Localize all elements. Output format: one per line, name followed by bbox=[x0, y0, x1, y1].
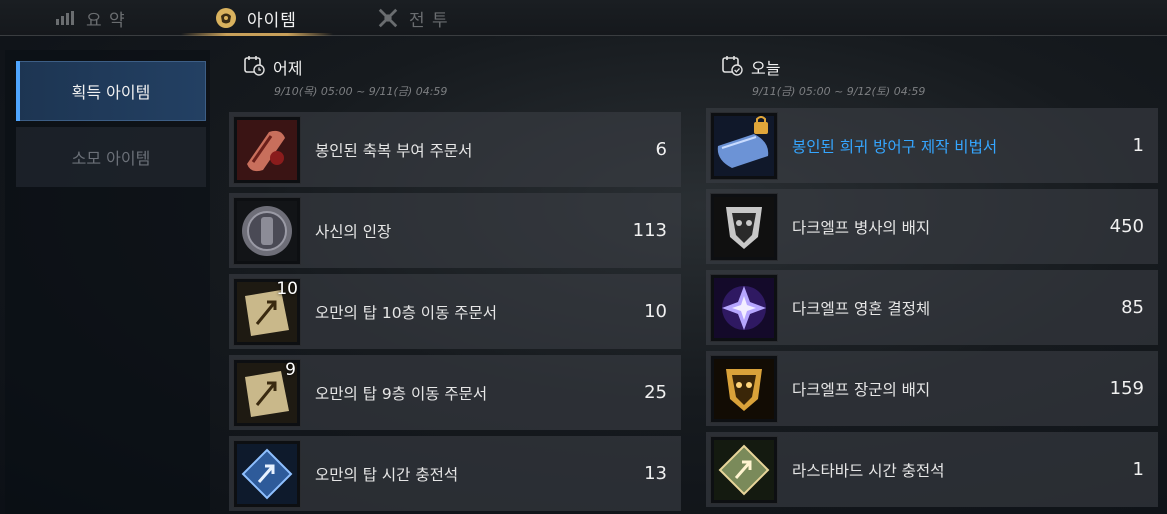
item-name: 사신의 인장 bbox=[315, 222, 392, 241]
item-count: 1 bbox=[1132, 459, 1144, 480]
item-count: 10 bbox=[644, 301, 667, 322]
item-name: 다크엘프 병사의 배지 bbox=[792, 218, 931, 237]
calendar-clock-icon bbox=[243, 54, 265, 80]
today-header: 오늘 9/11(금) 05:00 ~ 9/12(토) 04:59 bbox=[721, 54, 925, 99]
calendar-check-icon bbox=[721, 54, 743, 80]
item-name: 다크엘프 영혼 결정체 bbox=[792, 299, 931, 318]
list-item[interactable]: 라스타바드 시간 충전석 1 bbox=[706, 432, 1158, 507]
item-count: 1 bbox=[1132, 135, 1144, 156]
item-count: 13 bbox=[644, 463, 667, 484]
list-item[interactable]: 10 오만의 탑 10층 이동 주문서 10 bbox=[229, 274, 681, 349]
locked-recipe-icon bbox=[710, 111, 778, 180]
sidebar: 획득 아이템 소모 아이템 bbox=[5, 50, 210, 514]
tab-items-label: 아이템 bbox=[247, 10, 297, 31]
item-count: 25 bbox=[644, 382, 667, 403]
yesterday-header: 어제 9/10(목) 05:00 ~ 9/11(금) 04:59 bbox=[243, 54, 447, 99]
sidebar-item-acquired[interactable]: 획득 아이템 bbox=[16, 61, 206, 121]
chart-bars-icon bbox=[54, 7, 76, 29]
section-title: 오늘 bbox=[751, 59, 781, 78]
floor-badge: 9 bbox=[285, 359, 296, 380]
sidebar-item-label: 획득 아이템 bbox=[71, 83, 151, 102]
list-item[interactable]: 다크엘프 병사의 배지 450 bbox=[706, 189, 1158, 264]
tab-combat[interactable]: 전 투 bbox=[377, 0, 449, 36]
time-charge-stone-icon bbox=[233, 439, 301, 508]
floor-badge: 10 bbox=[276, 278, 298, 299]
item-count: 85 bbox=[1121, 297, 1144, 318]
sidebar-item-label: 소모 아이템 bbox=[71, 149, 151, 168]
reaper-seal-icon bbox=[233, 196, 301, 265]
date-range: 9/11(금) 05:00 ~ 9/12(토) 04:59 bbox=[752, 85, 926, 98]
list-item[interactable]: 사신의 인장 113 bbox=[229, 193, 681, 268]
list-item[interactable]: 다크엘프 영혼 결정체 85 bbox=[706, 270, 1158, 345]
tab-summary-label: 요 약 bbox=[86, 10, 126, 31]
active-tab-indicator bbox=[181, 33, 333, 36]
item-name: 다크엘프 장군의 배지 bbox=[792, 380, 931, 399]
top-tab-bar: 요 약 아이템 전 투 bbox=[0, 0, 1167, 36]
list-item[interactable]: 봉인된 축복 부여 주문서 6 bbox=[229, 112, 681, 187]
sealed-scroll-icon bbox=[233, 115, 301, 184]
list-item[interactable]: 다크엘프 장군의 배지 159 bbox=[706, 351, 1158, 426]
soul-crystal-icon bbox=[710, 273, 778, 342]
item-count: 159 bbox=[1109, 378, 1144, 399]
item-name: 오만의 탑 시간 충전석 bbox=[315, 465, 459, 484]
item-count: 113 bbox=[632, 220, 667, 241]
tab-summary[interactable]: 요 약 bbox=[54, 0, 126, 36]
sidebar-item-consumed[interactable]: 소모 아이템 bbox=[16, 127, 206, 187]
crossed-swords-icon bbox=[377, 7, 399, 29]
teleport-scroll-icon: 9 bbox=[233, 358, 301, 427]
item-count: 450 bbox=[1109, 216, 1144, 237]
date-range: 9/10(목) 05:00 ~ 9/11(금) 04:59 bbox=[274, 85, 448, 98]
list-item[interactable]: 9 오만의 탑 9층 이동 주문서 25 bbox=[229, 355, 681, 430]
time-charge-stone-icon bbox=[710, 435, 778, 504]
tab-items[interactable]: 아이템 bbox=[215, 0, 297, 36]
item-name: 오만의 탑 9층 이동 주문서 bbox=[315, 384, 488, 403]
item-count: 6 bbox=[655, 139, 667, 160]
section-title: 어제 bbox=[273, 59, 303, 78]
item-name: 봉인된 축복 부여 주문서 bbox=[315, 141, 473, 160]
item-name: 봉인된 희귀 방어구 제작 비법서 bbox=[792, 137, 998, 156]
list-item[interactable]: 오만의 탑 시간 충전석 13 bbox=[229, 436, 681, 511]
tab-combat-label: 전 투 bbox=[409, 10, 449, 31]
item-name: 라스타바드 시간 충전석 bbox=[792, 461, 945, 480]
item-name: 오만의 탑 10층 이동 주문서 bbox=[315, 303, 498, 322]
general-badge-icon bbox=[710, 354, 778, 423]
teleport-scroll-icon: 10 bbox=[233, 277, 301, 346]
item-pouch-icon bbox=[215, 7, 237, 29]
soldier-badge-icon bbox=[710, 192, 778, 261]
list-item[interactable]: 봉인된 희귀 방어구 제작 비법서 1 bbox=[706, 108, 1158, 183]
